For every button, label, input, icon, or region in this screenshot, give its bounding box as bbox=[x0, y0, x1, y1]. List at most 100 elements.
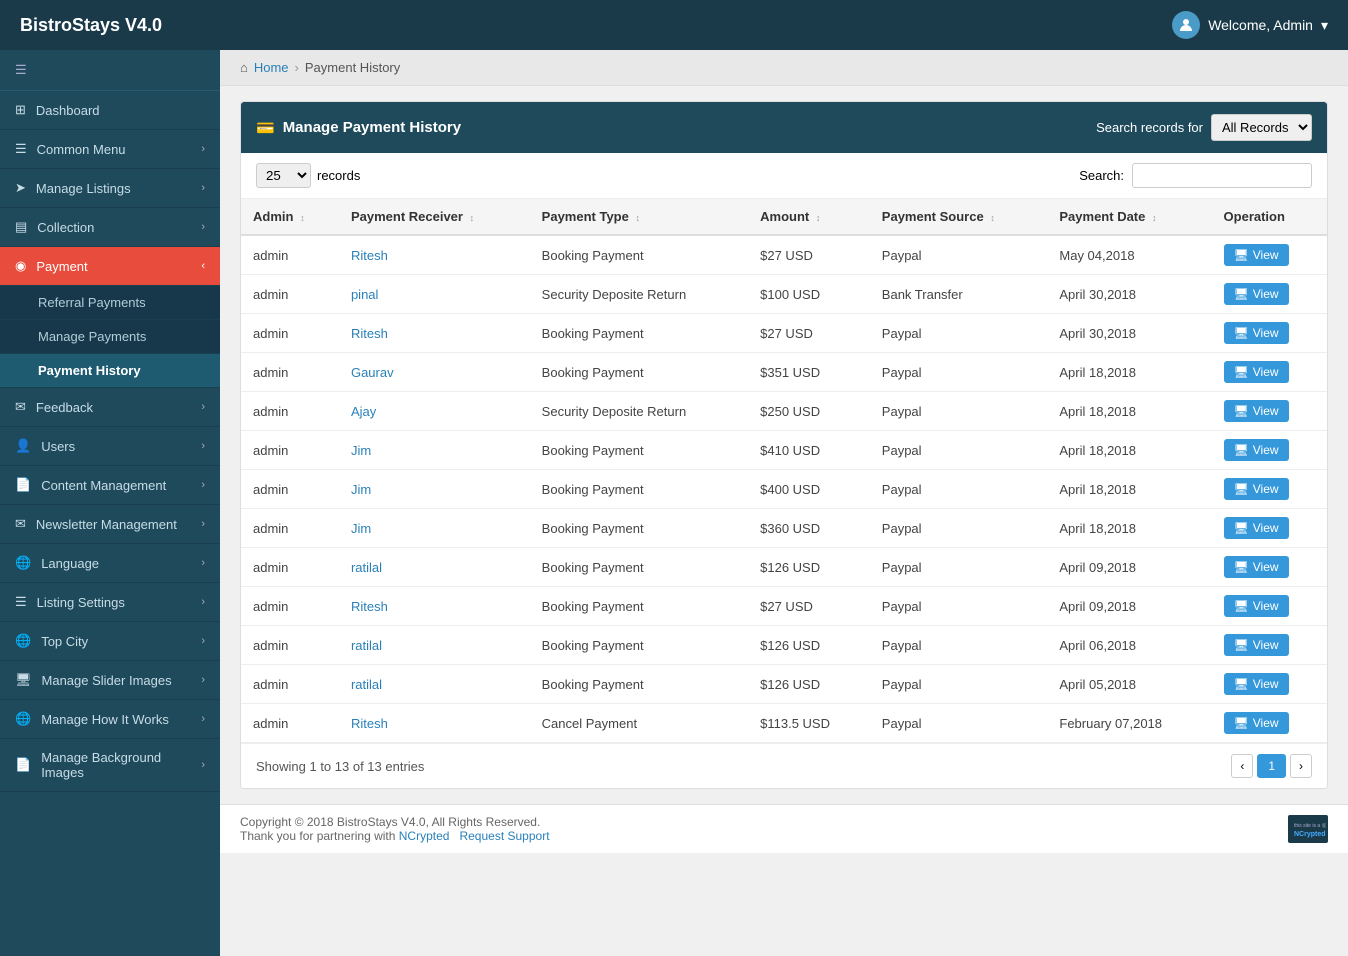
sidebar-item-label: Payment bbox=[36, 259, 87, 274]
sidebar-item-label: Listing Settings bbox=[37, 595, 125, 610]
cell-receiver[interactable]: ratilal bbox=[339, 548, 530, 587]
cell-receiver[interactable]: Ritesh bbox=[339, 587, 530, 626]
cell-date: April 18,2018 bbox=[1047, 431, 1211, 470]
view-button[interactable]: 🖥 View bbox=[1224, 595, 1289, 617]
cell-source: Paypal bbox=[870, 548, 1048, 587]
cell-receiver[interactable]: Ritesh bbox=[339, 704, 530, 743]
subitem-label: Referral Payments bbox=[38, 295, 146, 310]
view-button[interactable]: 🖥 View bbox=[1224, 478, 1289, 500]
cell-receiver[interactable]: ratilal bbox=[339, 626, 530, 665]
sidebar-item-users[interactable]: 👤 Users › bbox=[0, 427, 220, 466]
partner-text: Thank you for partnering with NCrypted R… bbox=[240, 829, 550, 843]
top-city-icon: 🌐 bbox=[15, 633, 31, 649]
cell-receiver[interactable]: pinal bbox=[339, 275, 530, 314]
welcome-text: Welcome, Admin bbox=[1208, 17, 1313, 33]
cell-admin: admin bbox=[241, 392, 339, 431]
table-controls: 25 50 100 records Search: bbox=[241, 153, 1327, 199]
cell-date: April 06,2018 bbox=[1047, 626, 1211, 665]
sidebar-item-language[interactable]: 🌐 Language › bbox=[0, 544, 220, 583]
view-button[interactable]: 🖥 View bbox=[1224, 322, 1289, 344]
sidebar-item-content-management[interactable]: 📄 Content Management › bbox=[0, 466, 220, 505]
cell-amount: $27 USD bbox=[748, 314, 870, 353]
ncrypted-link[interactable]: NCrypted bbox=[399, 829, 450, 843]
sidebar-item-feedback[interactable]: ✉ Feedback › bbox=[0, 388, 220, 427]
ncrypted-badge: this site is a NCrypted ® bbox=[1288, 815, 1328, 843]
sidebar-item-label: Top City bbox=[41, 634, 88, 649]
cell-receiver[interactable]: Gaurav bbox=[339, 353, 530, 392]
pagination-page-1[interactable]: 1 bbox=[1257, 754, 1286, 778]
breadcrumb-home[interactable]: Home bbox=[254, 60, 289, 75]
cell-operation: 🖥 View bbox=[1212, 626, 1327, 665]
view-button[interactable]: 🖥 View bbox=[1224, 517, 1289, 539]
sidebar-item-manage-how[interactable]: 🌐 Manage How It Works › bbox=[0, 700, 220, 739]
chevron-right-icon: › bbox=[201, 759, 205, 771]
sidebar-item-manage-listings[interactable]: ➤ Manage Listings › bbox=[0, 169, 220, 208]
view-button[interactable]: 🖥 View bbox=[1224, 283, 1289, 305]
cell-receiver[interactable]: Jim bbox=[339, 509, 530, 548]
table-row: admin ratilal Booking Payment $126 USD P… bbox=[241, 548, 1327, 587]
support-link[interactable]: Request Support bbox=[459, 829, 549, 843]
cell-amount: $126 USD bbox=[748, 665, 870, 704]
sidebar-subitem-manage-payments[interactable]: Manage Payments bbox=[0, 320, 220, 354]
table-header-row: Admin ↕ Payment Receiver ↕ Payment Type … bbox=[241, 199, 1327, 235]
table-row: admin Jim Booking Payment $400 USD Paypa… bbox=[241, 470, 1327, 509]
per-page-select[interactable]: 25 50 100 bbox=[256, 163, 311, 188]
cell-receiver[interactable]: Ritesh bbox=[339, 235, 530, 275]
cell-operation: 🖥 View bbox=[1212, 353, 1327, 392]
cell-operation: 🖥 View bbox=[1212, 587, 1327, 626]
view-button[interactable]: 🖥 View bbox=[1224, 361, 1289, 383]
table-row: admin ratilal Booking Payment $126 USD P… bbox=[241, 665, 1327, 704]
sidebar-item-label: Manage How It Works bbox=[41, 712, 169, 727]
subitem-label: Manage Payments bbox=[38, 329, 146, 344]
sidebar-subitem-payment-history[interactable]: Payment History bbox=[0, 354, 220, 388]
sidebar-subitem-referral-payments[interactable]: Referral Payments bbox=[0, 286, 220, 320]
sidebar-item-label: Content Management bbox=[41, 478, 166, 493]
monitor-icon: 🖥 bbox=[1234, 638, 1249, 652]
sidebar-item-manage-slider[interactable]: 🖥 Manage Slider Images › bbox=[0, 661, 220, 700]
sidebar-item-collection[interactable]: ▤ Collection › bbox=[0, 208, 220, 247]
cell-receiver[interactable]: ratilal bbox=[339, 665, 530, 704]
cell-receiver[interactable]: Jim bbox=[339, 470, 530, 509]
cell-operation: 🖥 View bbox=[1212, 704, 1327, 743]
sidebar-item-dashboard[interactable]: ⊞ Dashboard bbox=[0, 91, 220, 130]
cell-receiver[interactable]: Jim bbox=[339, 431, 530, 470]
chevron-right-icon: › bbox=[201, 440, 205, 452]
chevron-right-icon: › bbox=[201, 221, 205, 233]
cell-date: April 09,2018 bbox=[1047, 548, 1211, 587]
svg-text:NCrypted: NCrypted bbox=[1294, 831, 1326, 838]
sidebar-item-payment[interactable]: ◉ Payment ‹ bbox=[0, 247, 220, 286]
cell-date: April 30,2018 bbox=[1047, 314, 1211, 353]
sidebar-toggle[interactable]: ☰ bbox=[0, 50, 220, 91]
sidebar-item-manage-background[interactable]: 📄 Manage Background Images › bbox=[0, 739, 220, 792]
table-row: admin pinal Security Deposite Return $10… bbox=[241, 275, 1327, 314]
cell-receiver[interactable]: Ritesh bbox=[339, 314, 530, 353]
view-button[interactable]: 🖥 View bbox=[1224, 556, 1289, 578]
view-button[interactable]: 🖥 View bbox=[1224, 712, 1289, 734]
cell-receiver[interactable]: Ajay bbox=[339, 392, 530, 431]
chevron-right-icon: › bbox=[201, 596, 205, 608]
cell-type: Booking Payment bbox=[530, 626, 748, 665]
chevron-right-icon: › bbox=[201, 557, 205, 569]
ncrypted-icon: this site is a NCrypted ® bbox=[1288, 815, 1328, 843]
monitor-icon: 🖥 bbox=[1234, 560, 1249, 574]
cell-operation: 🖥 View bbox=[1212, 314, 1327, 353]
view-button[interactable]: 🖥 View bbox=[1224, 439, 1289, 461]
chevron-down-icon[interactable]: ▾ bbox=[1321, 17, 1328, 34]
cell-source: Paypal bbox=[870, 626, 1048, 665]
pagination-next[interactable]: › bbox=[1290, 754, 1312, 778]
view-button[interactable]: 🖥 View bbox=[1224, 400, 1289, 422]
top-header: BistroStays V4.0 Welcome, Admin ▾ bbox=[0, 0, 1348, 50]
view-button[interactable]: 🖥 View bbox=[1224, 244, 1289, 266]
sidebar-item-common-menu[interactable]: ☰ Common Menu › bbox=[0, 130, 220, 169]
pagination-prev[interactable]: ‹ bbox=[1231, 754, 1253, 778]
view-button[interactable]: 🖥 View bbox=[1224, 673, 1289, 695]
search-records-select[interactable]: All Records bbox=[1211, 114, 1312, 141]
main-content: ⌂ Home › Payment History 💳 Manage Paymen… bbox=[220, 50, 1348, 956]
sidebar-item-top-city[interactable]: 🌐 Top City › bbox=[0, 622, 220, 661]
cell-admin: admin bbox=[241, 275, 339, 314]
sidebar-item-newsletter[interactable]: ✉ Newsletter Management › bbox=[0, 505, 220, 544]
view-button[interactable]: 🖥 View bbox=[1224, 634, 1289, 656]
monitor-icon: 🖥 bbox=[1234, 521, 1249, 535]
sidebar-item-listing-settings[interactable]: ☰ Listing Settings › bbox=[0, 583, 220, 622]
search-input[interactable] bbox=[1132, 163, 1312, 188]
